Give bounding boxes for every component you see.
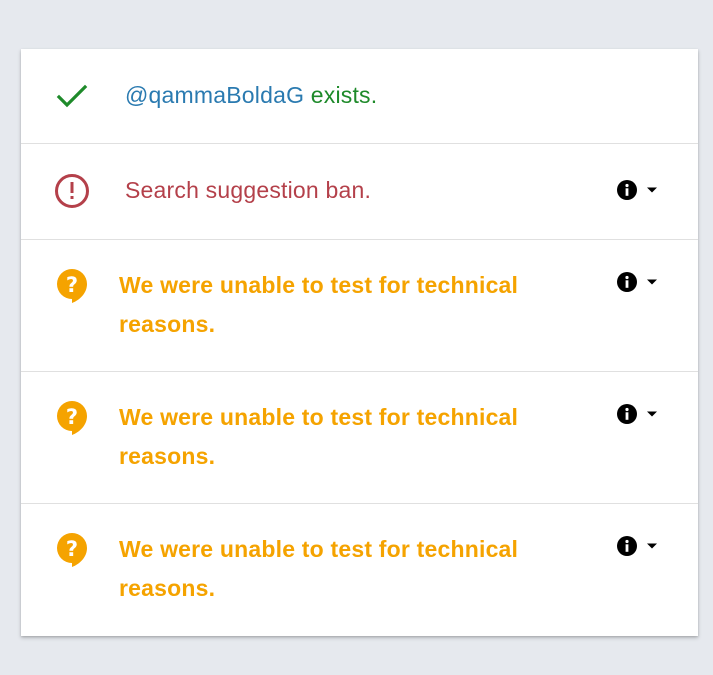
result-actions [617, 180, 658, 200]
check-icon [56, 84, 88, 108]
result-message: @qammaBoldaG exists. [125, 76, 377, 115]
question-bubble-icon: ? [57, 533, 87, 567]
result-row-unknown: ? We were unable to test for technical r… [21, 504, 698, 636]
exists-text: exists. [304, 82, 378, 108]
dropdown-arrow-icon[interactable] [646, 278, 658, 286]
result-actions [617, 404, 658, 424]
result-row-unknown: ? We were unable to test for technical r… [21, 372, 698, 504]
svg-text:?: ? [66, 273, 78, 297]
info-icon[interactable] [617, 180, 637, 200]
result-message: We were unable to test for technical rea… [119, 404, 519, 469]
question-bubble-icon: ? [57, 401, 87, 435]
username-link[interactable]: @qammaBoldaG [125, 82, 304, 108]
info-icon[interactable] [617, 536, 637, 556]
info-icon[interactable] [617, 404, 637, 424]
dropdown-arrow-icon[interactable] [646, 542, 658, 550]
result-actions [617, 536, 658, 556]
dropdown-arrow-icon[interactable] [646, 410, 658, 418]
info-icon[interactable] [617, 272, 637, 292]
result-actions [617, 272, 658, 292]
result-row-exists: @qammaBoldaG exists. [21, 49, 698, 144]
svg-text:?: ? [66, 537, 78, 561]
result-row-unknown: ? We were unable to test for technical r… [21, 240, 698, 372]
result-message: We were unable to test for technical rea… [119, 536, 519, 601]
result-message: We were unable to test for technical rea… [119, 272, 519, 337]
result-message: Search suggestion ban. [125, 177, 372, 203]
question-bubble-icon: ? [57, 269, 87, 303]
alert-circle-icon [55, 174, 89, 208]
svg-text:?: ? [66, 405, 78, 429]
dropdown-arrow-icon[interactable] [646, 186, 658, 194]
result-row-search-suggestion-ban: Search suggestion ban. [21, 144, 698, 240]
results-card: @qammaBoldaG exists. Search suggestion b… [21, 49, 698, 636]
